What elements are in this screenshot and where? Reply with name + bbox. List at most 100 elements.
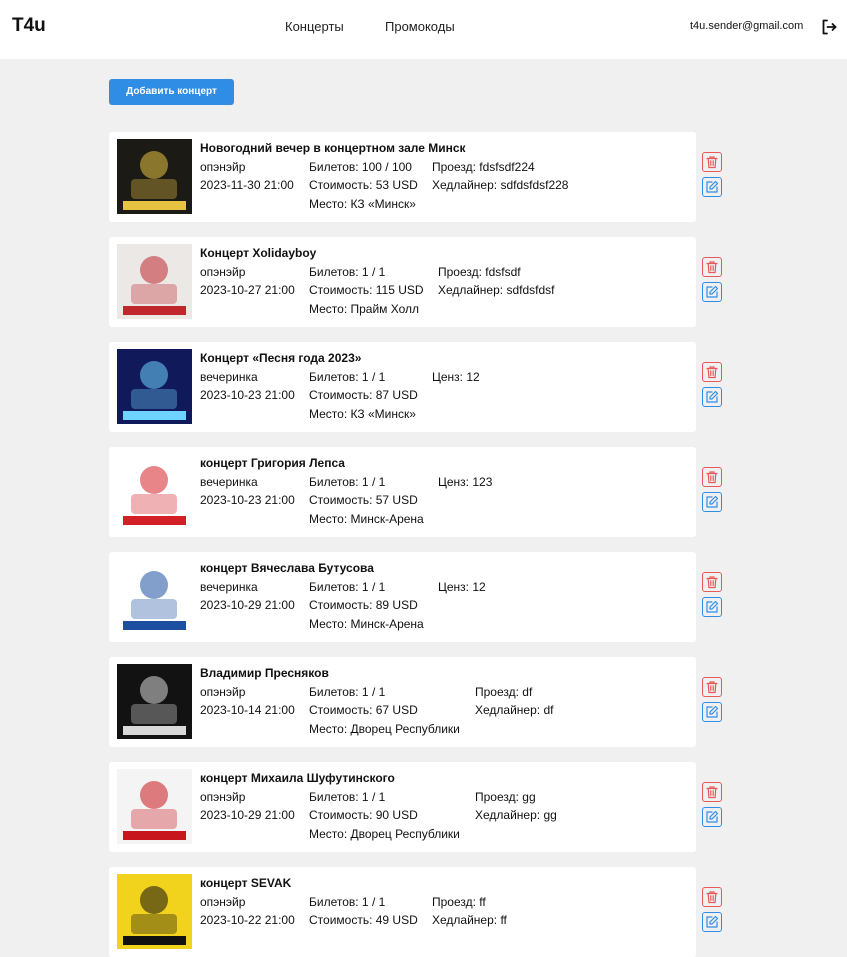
edit-concert-button[interactable] xyxy=(702,807,722,827)
logout-icon[interactable] xyxy=(820,18,838,36)
concert-extra-1: Проезд: fdsfsdf224 xyxy=(432,160,535,174)
concert-type: опэнэйр xyxy=(200,790,246,804)
concert-card: Концерт Xolidayboy опэнэйр 2023-10-27 21:0… xyxy=(109,237,722,327)
concert-price: Стоимость: 89 USD xyxy=(309,598,418,612)
edit-concert-button[interactable] xyxy=(702,702,722,722)
concert-type: вечеринка xyxy=(200,475,258,489)
edit-concert-button[interactable] xyxy=(702,597,722,617)
delete-concert-button[interactable] xyxy=(702,152,722,172)
concert-price: Стоимость: 57 USD xyxy=(309,493,418,507)
concert-title: Концерт «Песня года 2023» xyxy=(200,351,362,365)
concert-poster-image xyxy=(117,139,192,214)
concert-type: опэнэйр xyxy=(200,265,246,279)
concert-place: Место: Дворец Республики xyxy=(309,827,460,841)
concert-datetime: 2023-10-14 21:00 xyxy=(200,703,295,717)
edit-icon xyxy=(706,705,719,718)
concert-extra-2: Хедлайнер: df xyxy=(475,703,554,717)
concert-poster-image xyxy=(117,664,192,739)
concert-title: концерт Михаила Шуфутинского xyxy=(200,771,395,785)
concert-type: опэнэйр xyxy=(200,895,246,909)
trash-icon xyxy=(706,891,718,904)
concert-type: опэнэйр xyxy=(200,685,246,699)
concert-extra-1: Ценз: 12 xyxy=(432,370,480,384)
edit-icon xyxy=(706,600,719,613)
concert-card: концерт Григория Лепса вечеринка 2023-10-2… xyxy=(109,447,722,537)
user-email: t4u.sender@gmail.com xyxy=(690,20,804,32)
concert-type: вечеринка xyxy=(200,580,258,594)
edit-icon xyxy=(706,495,719,508)
trash-icon xyxy=(706,261,718,274)
concert-extra-2: Хедлайнер: sdfdsfdsf xyxy=(438,283,555,297)
concert-extra-1: Проезд: gg xyxy=(475,790,536,804)
concert-extra-1: Ценз: 12 xyxy=(438,580,486,594)
concert-poster-image xyxy=(117,244,192,319)
concert-card: Новогодний вечер в концертном зале Минск… xyxy=(109,132,722,222)
concert-card: Владимир Пресняков опэнэйр 2023-10-14 21:0… xyxy=(109,657,722,747)
concert-tickets: Билетов: 1 / 1 xyxy=(309,265,386,279)
edit-concert-button[interactable] xyxy=(702,387,722,407)
trash-icon xyxy=(706,681,718,694)
concert-price: Стоимость: 67 USD xyxy=(309,703,418,717)
edit-concert-button[interactable] xyxy=(702,282,722,302)
concert-tickets: Билетов: 1 / 1 xyxy=(309,580,386,594)
delete-concert-button[interactable] xyxy=(702,362,722,382)
concert-extra-1: Ценз: 123 xyxy=(438,475,493,489)
edit-concert-button[interactable] xyxy=(702,492,722,512)
concert-place: Место: Минск-Арена xyxy=(309,512,424,526)
delete-concert-button[interactable] xyxy=(702,572,722,592)
trash-icon xyxy=(706,471,718,484)
concert-place: Место: КЗ «Минск» xyxy=(309,197,416,211)
add-concert-button[interactable]: Добавить концерт xyxy=(109,79,234,105)
concert-poster-image xyxy=(117,769,192,844)
trash-icon xyxy=(706,576,718,589)
concert-price: Стоимость: 115 USD xyxy=(309,283,424,297)
concert-place: Место: Дворец Республики xyxy=(309,722,460,736)
edit-icon xyxy=(706,915,719,928)
concert-title: концерт Вячеслава Бутусова xyxy=(200,561,374,575)
concert-place: Место: Минск-Арена xyxy=(309,617,424,631)
trash-icon xyxy=(706,366,718,379)
concert-poster-image xyxy=(117,349,192,424)
delete-concert-button[interactable] xyxy=(702,677,722,697)
edit-icon xyxy=(706,390,719,403)
concert-title: концерт SEVAK xyxy=(200,876,292,890)
concert-datetime: 2023-10-29 21:00 xyxy=(200,808,295,822)
concert-poster-image xyxy=(117,454,192,529)
concert-tickets: Билетов: 1 / 1 xyxy=(309,685,386,699)
concert-type: вечеринка xyxy=(200,370,258,384)
concert-datetime: 2023-11-30 21:00 xyxy=(200,178,294,192)
concert-price: Стоимость: 90 USD xyxy=(309,808,418,822)
app-logo[interactable]: T4u xyxy=(12,15,46,37)
concert-card: концерт Михаила Шуфутинского опэнэйр 2023-… xyxy=(109,762,722,852)
concert-card: концерт Вячеслава Бутусова вечеринка 2023-… xyxy=(109,552,722,642)
delete-concert-button[interactable] xyxy=(702,257,722,277)
edit-icon xyxy=(706,180,719,193)
concert-datetime: 2023-10-29 21:00 xyxy=(200,598,295,612)
concert-tickets: Билетов: 1 / 1 xyxy=(309,790,386,804)
edit-icon xyxy=(706,810,719,823)
concert-extra-2: Хедлайнер: gg xyxy=(475,808,557,822)
nav-concerts[interactable]: Концерты xyxy=(285,19,344,34)
concert-title: концерт Григория Лепса xyxy=(200,456,345,470)
concert-datetime: 2023-10-23 21:00 xyxy=(200,388,295,402)
concert-poster-image xyxy=(117,559,192,634)
edit-concert-button[interactable] xyxy=(702,912,722,932)
concert-tickets: Билетов: 1 / 1 xyxy=(309,370,386,384)
concert-tickets: Билетов: 1 / 1 xyxy=(309,895,386,909)
concert-price: Стоимость: 53 USD xyxy=(309,178,418,192)
delete-concert-button[interactable] xyxy=(702,782,722,802)
trash-icon xyxy=(706,156,718,169)
trash-icon xyxy=(706,786,718,799)
delete-concert-button[interactable] xyxy=(702,887,722,907)
edit-concert-button[interactable] xyxy=(702,177,722,197)
concert-type: опэнэйр xyxy=(200,160,246,174)
nav-promocodes[interactable]: Промокоды xyxy=(385,19,455,34)
concert-card: Концерт «Песня года 2023» вечеринка 2023-1… xyxy=(109,342,722,432)
delete-concert-button[interactable] xyxy=(702,467,722,487)
concert-title: Владимир Пресняков xyxy=(200,666,329,680)
concert-place: Место: КЗ «Минск» xyxy=(309,407,416,421)
concert-extra-2: Хедлайнер: sdfdsfdsf228 xyxy=(432,178,569,192)
edit-icon xyxy=(706,285,719,298)
concert-datetime: 2023-10-27 21:00 xyxy=(200,283,295,297)
concert-title: Новогодний вечер в концертном зале Минск xyxy=(200,141,466,155)
